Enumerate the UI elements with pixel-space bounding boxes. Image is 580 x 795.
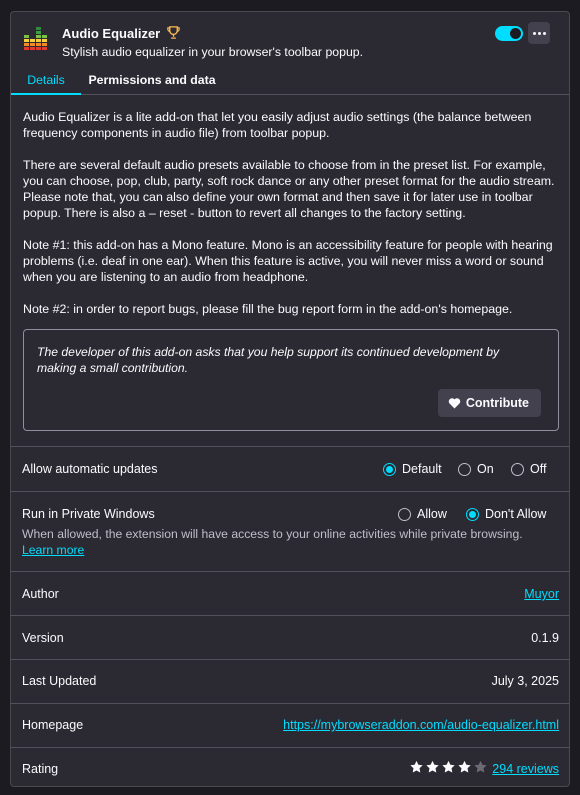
homepage-label: Homepage: [22, 718, 84, 732]
radio-label-allow: Allow: [417, 507, 447, 521]
homepage-row: Homepage https://mybrowseraddon.com/audi…: [11, 703, 569, 747]
description-paragraph: Note #1: this add-on has a Mono feature.…: [23, 238, 553, 284]
description-paragraph: There are several default audio presets …: [23, 158, 555, 220]
tab-bar: Details Permissions and data: [11, 67, 569, 95]
more-options-button[interactable]: [528, 22, 550, 44]
updates-row: Allow automatic updates Default On Off: [11, 446, 569, 491]
version-value: 0.1.9: [531, 631, 559, 645]
radio-default[interactable]: [383, 462, 396, 476]
addon-name: Audio Equalizer: [62, 26, 161, 41]
author-row: Author Muyor: [11, 571, 569, 615]
updates-default-option[interactable]: Default: [383, 462, 442, 476]
author-link[interactable]: Muyor: [524, 587, 559, 601]
star-filled-icon: [410, 760, 423, 773]
star-empty-icon: [474, 760, 487, 773]
rating-label: Rating: [22, 762, 59, 776]
heart-icon: [448, 398, 461, 409]
last-updated-label: Last Updated: [22, 674, 97, 688]
radio-label-dont-allow: Don't Allow: [485, 507, 547, 521]
star-filled-icon: [458, 760, 471, 773]
updates-on-option[interactable]: On: [458, 462, 494, 476]
author-label: Author: [22, 587, 59, 601]
enable-toggle[interactable]: [495, 26, 523, 41]
tab-details[interactable]: Details: [11, 67, 81, 95]
private-windows-row: Run in Private Windows Allow Don't Allow…: [11, 491, 569, 571]
reviews-link[interactable]: 294 reviews: [492, 762, 559, 776]
more-dot: [537, 31, 541, 35]
description-paragraph: Note #2: in order to report bugs, please…: [23, 302, 513, 316]
rating-row: Rating 294 reviews: [11, 747, 569, 786]
learn-more-link[interactable]: Learn more: [22, 543, 84, 557]
addon-card: Audio Equalizer Stylish audio equalizer …: [10, 11, 570, 787]
addon-description: Stylish audio equalizer in your browser'…: [62, 45, 364, 59]
radio-on[interactable]: [458, 462, 471, 476]
version-label: Version: [22, 631, 64, 645]
star-filled-icon: [426, 760, 439, 773]
last-updated-row: Last Updated July 3, 2025: [11, 659, 569, 703]
version-row: Version 0.1.9: [11, 615, 569, 659]
updates-off-option[interactable]: Off: [511, 462, 546, 476]
updates-label: Allow automatic updates: [22, 462, 158, 476]
trophy-icon: [167, 26, 180, 39]
star-filled-icon: [442, 760, 455, 773]
rating-stars: [409, 760, 488, 774]
radio-allow[interactable]: [398, 507, 411, 521]
homepage-link[interactable]: https://mybrowseraddon.com/audio-equaliz…: [283, 718, 559, 732]
contribution-text: The developer of this add-on asks that y…: [37, 345, 500, 375]
radio-label-on: On: [477, 462, 494, 476]
radio-off[interactable]: [511, 462, 524, 476]
toggle-knob: [510, 28, 521, 39]
radio-label-off: Off: [530, 462, 547, 476]
addon-header: Audio Equalizer Stylish audio equalizer …: [11, 12, 569, 67]
private-dont-allow-option[interactable]: Don't Allow: [466, 507, 546, 521]
private-note: When allowed, the extension will have ac…: [22, 526, 552, 558]
contribute-button[interactable]: Contribute: [437, 389, 541, 417]
addon-full-description: Audio Equalizer is a lite add-on that le…: [11, 95, 569, 317]
more-dot: [542, 31, 546, 35]
tab-permissions[interactable]: Permissions and data: [81, 67, 223, 95]
last-updated-value: July 3, 2025: [491, 674, 559, 688]
private-allow-option[interactable]: Allow: [398, 507, 447, 521]
more-dot: [532, 31, 536, 35]
private-label: Run in Private Windows: [22, 507, 155, 521]
equalizer-app-icon: [24, 27, 47, 50]
contribute-label: Contribute: [465, 396, 529, 410]
contribution-box: The developer of this add-on asks that y…: [23, 329, 559, 431]
radio-dont-allow[interactable]: [466, 507, 479, 521]
description-paragraph: Audio Equalizer is a lite add-on that le…: [23, 110, 532, 140]
radio-label-default: Default: [402, 462, 442, 476]
private-note-text: When allowed, the extension will have ac…: [22, 527, 523, 541]
